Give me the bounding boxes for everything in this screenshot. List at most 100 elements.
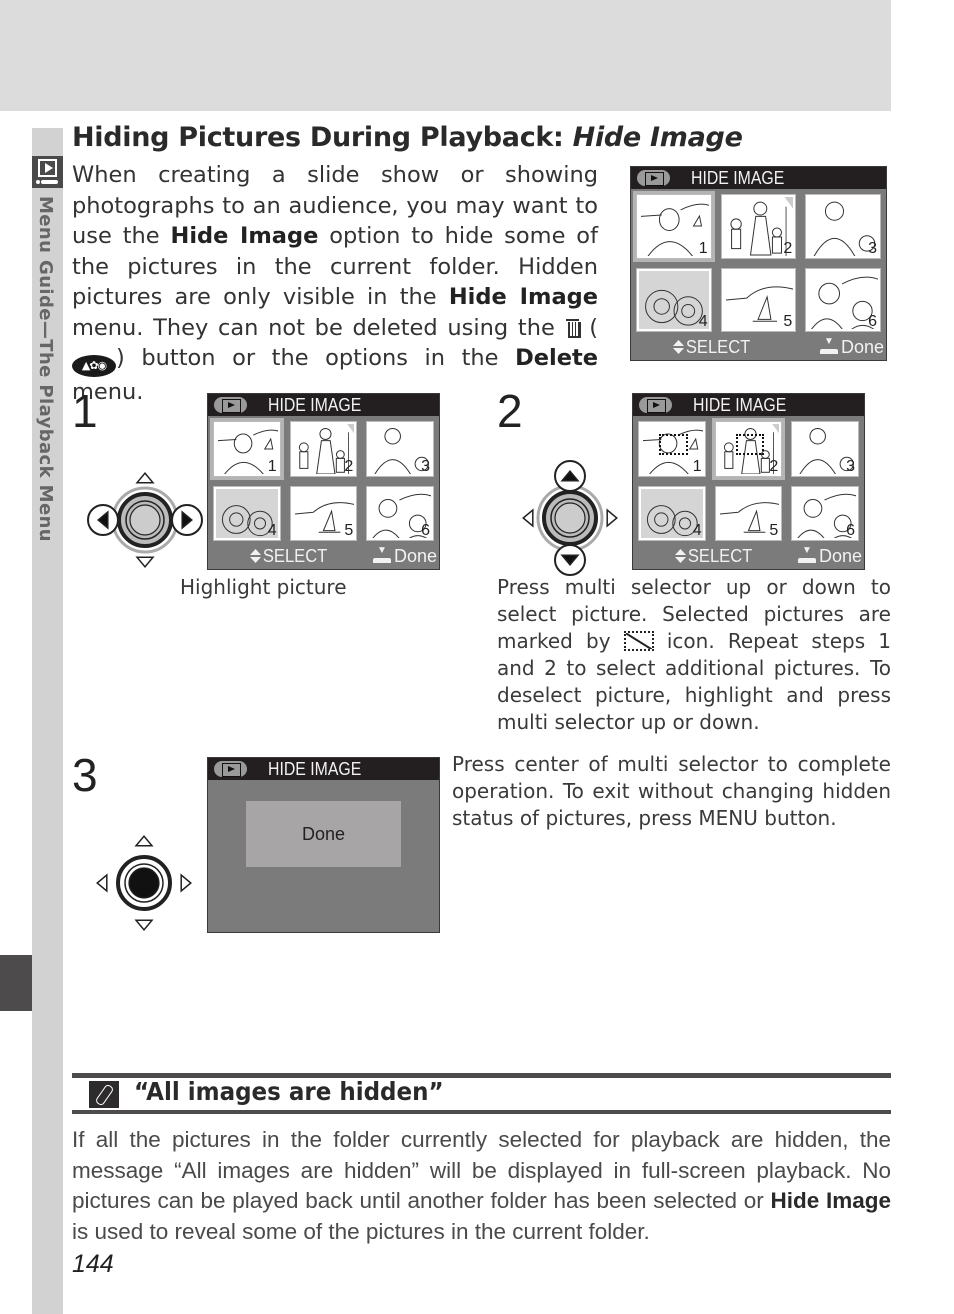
thumbnail-number: 4	[692, 522, 702, 539]
playback-icon	[639, 397, 672, 413]
step2-text: Press multi selector up or down to selec…	[497, 575, 892, 734]
lcd-footer: SELECT Done	[208, 545, 439, 569]
thumbnail-number: 5	[769, 522, 779, 539]
thumbnail-number: 3	[868, 239, 877, 257]
hidden-mark-icon	[659, 434, 688, 456]
arrow-down-icon	[134, 919, 154, 931]
multi-selector-step1	[87, 472, 203, 568]
quick-review-button-icon: ▲✿◉	[72, 355, 116, 377]
lcd-footer: SELECT Done	[633, 545, 864, 569]
done-hint: Done	[372, 545, 437, 567]
page-number: 144	[72, 1250, 114, 1278]
title-italic: Hide Image	[572, 122, 743, 153]
arrow-left-icon	[522, 508, 534, 528]
hidden-mark-icon	[735, 434, 765, 456]
lcd-header: HIDE IMAGE	[633, 394, 864, 416]
step-number-2: 2	[497, 385, 523, 437]
enter-icon	[797, 545, 816, 564]
lcd-title: HIDE IMAGE	[268, 395, 362, 415]
thumbnail-5[interactable]: 5	[714, 485, 783, 541]
enter-icon	[819, 336, 838, 355]
thumbnail-number: 2	[344, 457, 354, 475]
selector-center-button	[554, 502, 586, 534]
multi-selector-step3	[96, 835, 192, 931]
up-down-icon	[250, 549, 262, 563]
playback-icon	[214, 397, 247, 413]
thumbnail-1[interactable]: 1	[638, 421, 706, 477]
step3-text: Press center of multi selector to comple…	[452, 752, 891, 830]
arrow-left-icon	[96, 873, 108, 893]
selector-center-button	[128, 867, 160, 899]
thumbnail-number: 4	[267, 522, 277, 539]
lcd-header: HIDE IMAGE	[631, 167, 886, 189]
lcd-hide-image-step1: HIDE IMAGE 1 2 3 4 5 6 SELECT Done	[207, 393, 440, 570]
step1-caption: Highlight picture	[180, 575, 347, 599]
thumbnail-6[interactable]: 6	[366, 485, 434, 541]
enter-icon	[372, 545, 391, 564]
thumbnail-2[interactable]: 2	[711, 418, 786, 480]
done-hint: Done	[819, 336, 884, 358]
note-title: “All images are hidden”	[134, 1077, 444, 1106]
up-down-icon	[673, 340, 685, 354]
lcd-title: HIDE IMAGE	[268, 759, 362, 779]
thumbnail-number: 6	[421, 522, 430, 539]
thumbnail-6[interactable]: 6	[791, 485, 859, 541]
thumbnail-number: 6	[868, 313, 877, 330]
thumbnail-4[interactable]: 4	[213, 485, 281, 541]
paperclip-note-icon	[89, 1081, 119, 1108]
hidden-mark-icon	[623, 631, 654, 651]
playback-menu-icon	[32, 156, 63, 188]
done-hint: Done	[797, 545, 862, 567]
section-label: Menu Guide—The Playback Menu	[35, 196, 56, 543]
arrow-right-icon	[606, 508, 618, 528]
arrow-down-icon	[135, 556, 155, 568]
multi-selector-step2	[522, 460, 618, 576]
note-body: If all the pictures in the folder curren…	[72, 1127, 891, 1244]
trash-icon	[565, 317, 581, 338]
thumbnail-number: 3	[421, 457, 430, 475]
thumbnail-number: 1	[692, 457, 702, 475]
arrow-up-icon	[134, 835, 154, 847]
thumbnail-number: 1	[267, 457, 277, 475]
thumbnail-6[interactable]: 6	[805, 267, 881, 332]
page-title: Hiding Pictures During Playback: Hide Im…	[72, 122, 747, 153]
thumbnail-3[interactable]: 3	[366, 421, 434, 477]
select-hint: SELECT	[250, 546, 327, 567]
top-banner	[0, 0, 891, 111]
thumbnail-5[interactable]: 5	[720, 267, 797, 332]
lcd-header: HIDE IMAGE	[208, 758, 439, 780]
chapter-tab	[0, 955, 32, 1011]
thumbnail-1[interactable]: 1	[210, 418, 284, 480]
title-prefix: Hiding Pictures During Playback:	[72, 122, 573, 153]
step-number-1: 1	[72, 385, 98, 437]
select-hint: SELECT	[675, 546, 752, 567]
thumbnail-2[interactable]: 2	[720, 194, 797, 259]
lcd-hide-image-step3: HIDE IMAGE Done	[207, 757, 440, 933]
note-rule-bottom	[72, 1110, 891, 1114]
intro-paragraph: When creating a slide show or showing ph…	[72, 162, 598, 405]
thumbnail-4[interactable]: 4	[636, 267, 712, 332]
arrow-right-icon	[180, 873, 192, 893]
lcd-title: HIDE IMAGE	[693, 395, 787, 415]
thumbnail-3[interactable]: 3	[791, 421, 859, 477]
thumbnail-number: 2	[783, 239, 793, 257]
step-number-3: 3	[72, 749, 98, 801]
thumbnail-3[interactable]: 3	[805, 194, 881, 259]
thumbnail-2[interactable]: 2	[289, 421, 358, 477]
done-message: Done	[246, 801, 401, 867]
thumbnail-4[interactable]: 4	[638, 485, 706, 541]
lcd-hide-image-step2: HIDE IMAGE 1 2 3 4 5 6 SELECT Done	[632, 393, 865, 570]
up-down-icon	[675, 549, 687, 563]
thumbnail-5[interactable]: 5	[289, 485, 358, 541]
thumbnail-number: 5	[344, 522, 354, 539]
lcd-hide-image-intro: HIDE IMAGE 1 2 3 4 5 6 SELECT Done	[630, 166, 887, 361]
thumbnail-number: 6	[846, 522, 855, 539]
lcd-title: HIDE IMAGE	[691, 168, 785, 188]
thumbnail-1[interactable]: 1	[633, 191, 715, 262]
thumbnail-number: 2	[769, 457, 779, 475]
thumbnail-number: 1	[698, 239, 708, 257]
thumbnail-number: 5	[783, 313, 793, 330]
playback-icon	[214, 761, 247, 777]
thumbnail-number: 4	[698, 313, 708, 330]
select-hint: SELECT	[673, 337, 750, 358]
